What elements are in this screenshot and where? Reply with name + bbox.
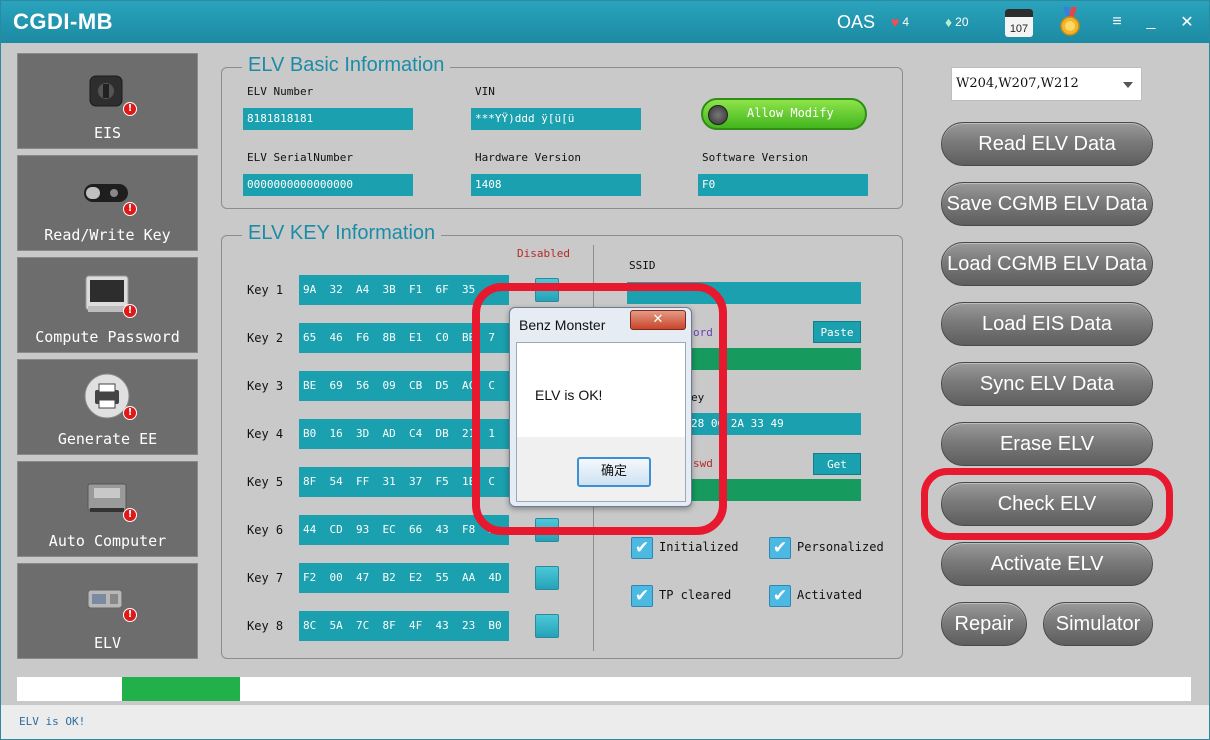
allow-modify-toggle[interactable]: Allow Modify <box>701 98 867 130</box>
key-label: Key 3 <box>247 379 284 393</box>
ssid-label: SSID <box>629 259 656 272</box>
title-bar: CGDI-MB OAS ♥ 4 ♦ 20 107 ≡ _ ✕ <box>1 1 1209 43</box>
key-field[interactable]: F2 00 47 B2 E2 55 AA 4D <box>299 563 509 593</box>
sidebar-item-read-write-key[interactable]: ! Read/Write Key <box>17 155 198 251</box>
load-cgmb-elv-data-button[interactable]: Load CGMB ELV Data <box>941 242 1153 286</box>
elv-basic-title: ELV Basic Information <box>242 54 451 77</box>
elv-number-label: ELV Number <box>247 85 314 98</box>
disabled-column-label: Disabled <box>517 247 570 260</box>
paste-button[interactable]: Paste <box>813 321 861 343</box>
initialized-label: Initialized <box>659 540 739 554</box>
key-label: Key 1 <box>247 283 284 297</box>
model-select[interactable]: W204,W207,W212 <box>951 67 1142 101</box>
status-text: ELV is OK! <box>19 715 86 728</box>
gems-count: 20 <box>955 15 969 29</box>
vin-field[interactable]: ***YŸ)ddd ÿ[ü[ü <box>471 108 641 130</box>
sidebar-item-auto-computer[interactable]: ! Auto Computer <box>17 461 198 557</box>
warning-badge: ! <box>123 304 137 318</box>
gems-counter[interactable]: ♦ 20 <box>945 1 969 43</box>
repair-button[interactable]: Repair <box>941 602 1027 646</box>
sidebar: ! EIS ! Read/Write Key ! Compute Passwor… <box>17 53 198 659</box>
initialized-checkbox[interactable]: ✔ <box>631 537 653 559</box>
sidebar-item-label: Auto Computer <box>48 532 167 550</box>
chevron-down-icon <box>1123 82 1133 88</box>
progress-bar <box>17 677 1191 701</box>
sync-elv-data-button[interactable]: Sync ELV Data <box>941 362 1153 406</box>
read-elv-data-button[interactable]: Read ELV Data <box>941 122 1153 166</box>
medal-icon[interactable] <box>1058 7 1082 37</box>
sidebar-item-label: Generate EE <box>57 430 158 448</box>
minimize-button[interactable]: _ <box>1141 1 1161 43</box>
hearts-counter[interactable]: ♥ 4 <box>891 1 909 43</box>
check-elv-highlight <box>921 468 1173 540</box>
erase-elv-button[interactable]: Erase ELV <box>941 422 1153 466</box>
key-label: Key 2 <box>247 331 284 345</box>
warning-badge: ! <box>123 508 137 522</box>
key-field[interactable]: 8C 5A 7C 8F 4F 43 23 B0 <box>299 611 509 641</box>
hardware-version-label: Hardware Version <box>475 151 581 164</box>
progress-fill <box>122 677 240 701</box>
model-select-value: W204,W207,W212 <box>956 76 1079 91</box>
hearts-count: 4 <box>902 15 909 29</box>
sidebar-item-eis[interactable]: ! EIS <box>17 53 198 149</box>
save-cgmb-elv-data-button[interactable]: Save CGMB ELV Data <box>941 182 1153 226</box>
personalized-checkbox[interactable]: ✔ <box>769 537 791 559</box>
key-label: Key 5 <box>247 475 284 489</box>
heart-icon: ♥ <box>891 14 900 30</box>
key-label: Key 4 <box>247 427 284 441</box>
personalized-label: Personalized <box>797 540 884 554</box>
key-disabled-checkbox[interactable] <box>535 614 559 638</box>
status-bar: ELV is OK! <box>1 705 1209 739</box>
dialog-highlight <box>472 283 727 535</box>
simulator-button[interactable]: Simulator <box>1043 602 1153 646</box>
warning-badge: ! <box>123 608 137 622</box>
warning-badge: ! <box>123 102 137 116</box>
close-button[interactable]: ✕ <box>1177 1 1197 43</box>
activated-label: Activated <box>797 588 863 602</box>
gem-icon: ♦ <box>945 14 953 30</box>
load-eis-data-button[interactable]: Load EIS Data <box>941 302 1153 346</box>
software-version-label: Software Version <box>702 151 808 164</box>
sidebar-item-label: Read/Write Key <box>44 226 171 244</box>
warning-badge: ! <box>123 202 137 216</box>
calendar-day: 107 <box>1009 23 1029 35</box>
vin-label: VIN <box>475 85 495 98</box>
serial-number-field[interactable]: 0000000000000000 <box>243 174 413 196</box>
key-disabled-checkbox[interactable] <box>535 566 559 590</box>
sidebar-item-label: ELV <box>93 634 122 652</box>
allow-modify-label: Allow Modify <box>747 106 834 120</box>
elv-number-field[interactable]: 8181818181 <box>243 108 413 130</box>
sidebar-item-generate-ee[interactable]: ! Generate EE <box>17 359 198 455</box>
key-label: Key 8 <box>247 619 284 633</box>
tp-cleared-checkbox[interactable]: ✔ <box>631 585 653 607</box>
app-title: CGDI-MB <box>13 9 114 34</box>
sidebar-item-compute-password[interactable]: ! Compute Password <box>17 257 198 353</box>
tp-cleared-label: TP cleared <box>659 588 732 602</box>
sidebar-item-elv[interactable]: ! ELV <box>17 563 198 659</box>
warning-badge: ! <box>123 406 137 420</box>
elv-key-title: ELV KEY Information <box>242 222 442 245</box>
activated-checkbox[interactable]: ✔ <box>769 585 791 607</box>
serial-number-label: ELV SerialNumber <box>247 151 353 164</box>
app-window: CGDI-MB OAS ♥ 4 ♦ 20 107 ≡ _ ✕ ! EIS ! R… <box>0 0 1210 740</box>
sidebar-item-label: Compute Password <box>35 328 180 346</box>
toggle-knob <box>708 105 728 125</box>
oas-label[interactable]: OAS <box>837 1 875 43</box>
software-version-field[interactable]: F0 <box>698 174 868 196</box>
key-label: Key 7 <box>247 571 284 585</box>
calendar-icon[interactable]: 107 <box>1005 9 1033 37</box>
hardware-version-field[interactable]: 1408 <box>471 174 641 196</box>
activate-elv-button[interactable]: Activate ELV <box>941 542 1153 586</box>
get-button[interactable]: Get <box>813 453 861 475</box>
menu-icon[interactable]: ≡ <box>1107 1 1127 43</box>
key-label: Key 6 <box>247 523 284 537</box>
sidebar-item-label: EIS <box>93 124 122 142</box>
